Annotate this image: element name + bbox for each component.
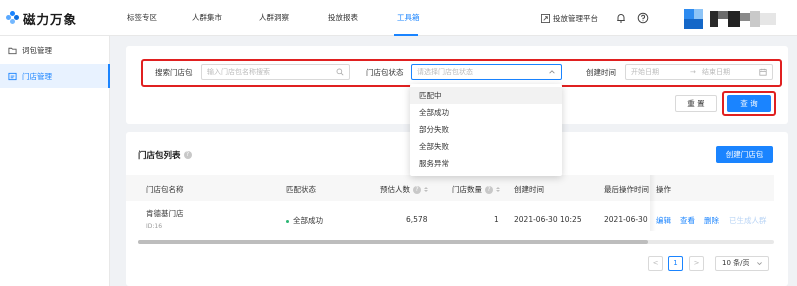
column-header-estimated-people[interactable]: 预估人数?: [380, 184, 428, 195]
nav-toolbox[interactable]: 工具箱: [397, 0, 420, 36]
next-page-button[interactable]: >: [689, 256, 704, 271]
bell-icon[interactable]: [615, 12, 627, 24]
create-store-package-button[interactable]: 创建门店包: [716, 146, 773, 163]
sidebar: 词包管理 门店管理: [0, 36, 110, 286]
status-option-all-success[interactable]: 全部成功: [410, 104, 562, 121]
view-link[interactable]: 查看: [680, 215, 695, 226]
status-option-all-fail[interactable]: 全部失败: [410, 138, 562, 155]
column-header-name: 门店包名称: [146, 185, 184, 194]
sidebar-item-store-management[interactable]: 门店管理: [0, 64, 110, 88]
status-option-service-error[interactable]: 服务异常: [410, 155, 562, 172]
edit-link[interactable]: 编辑: [656, 215, 671, 226]
last-operation-time-value: 2021-06-30: [604, 215, 648, 224]
chevron-up-icon: [549, 70, 555, 74]
delivery-platform-link[interactable]: 投放管理平台: [541, 12, 598, 24]
delete-link[interactable]: 删除: [704, 215, 719, 226]
created-time-value: 2021-06-30 10:25: [514, 215, 582, 224]
sidebar-item-word-package[interactable]: 词包管理: [0, 38, 110, 62]
logo[interactable]: 磁力万象: [6, 8, 114, 28]
nav-active-indicator: [394, 34, 418, 36]
fixed-column-shadow: [650, 175, 656, 231]
query-button-highlight: [722, 91, 776, 116]
created-time-label: 创建时间: [586, 68, 616, 77]
sidebar-item-label: 词包管理: [22, 45, 52, 55]
start-date-placeholder: 开始日期: [631, 68, 659, 76]
delivery-platform-label: 投放管理平台: [553, 13, 598, 23]
store-package-search-input[interactable]: 输入门店包名称搜索: [201, 64, 350, 80]
launch-icon: [541, 13, 550, 23]
nav-tag-zone[interactable]: 标签专区: [127, 0, 157, 36]
column-header-actions: 操作: [656, 185, 671, 194]
status-dropdown-menu: 匹配中 全部成功 部分失败 全部失败 服务异常: [410, 84, 562, 176]
table-header: [126, 175, 774, 201]
folder-icon: [8, 47, 17, 54]
match-status: 全部成功: [286, 215, 323, 226]
list-title: 门店包列表 ?: [138, 149, 192, 161]
store-package-status-select[interactable]: 请选择门店包状态: [411, 64, 562, 80]
logo-text: 磁力万象: [23, 11, 78, 27]
help-icon[interactable]: [637, 12, 649, 24]
list-title-text: 门店包列表: [138, 151, 181, 161]
sort-icon[interactable]: [424, 187, 428, 192]
store-package-search-label: 搜索门店包: [155, 68, 193, 77]
store-icon: [8, 72, 17, 80]
status-option-partial-fail[interactable]: 部分失败: [410, 121, 562, 138]
logo-icon: [6, 11, 20, 25]
column-header-created-time: 创建时间: [514, 185, 544, 194]
page-size-select[interactable]: 10 条/页: [715, 256, 769, 271]
estimated-people-value: 6,578: [406, 215, 428, 224]
created-time-range-picker[interactable]: 开始日期 → 结束日期: [625, 64, 773, 80]
page-size-value: 10 条/页: [722, 259, 750, 267]
chevron-down-icon: [757, 262, 762, 266]
nav-crowd-insight[interactable]: 人群洞察: [259, 0, 289, 36]
store-package-search-placeholder: 输入门店包名称搜索: [207, 68, 270, 76]
date-range-arrow: →: [690, 68, 696, 76]
sidebar-item-label: 门店管理: [22, 71, 52, 81]
store-count-value: 1: [494, 215, 499, 224]
info-icon[interactable]: ?: [183, 151, 192, 159]
store-package-status-label: 门店包状态: [366, 68, 404, 77]
avatar[interactable]: [684, 9, 784, 29]
nav-delivery-report[interactable]: 投放报表: [328, 0, 358, 36]
top-navigation-bar: 磁力万象 标签专区 人群集市 人群洞察 投放报表 工具箱 投放管理平台: [0, 0, 797, 36]
column-header-store-count[interactable]: 门店数量?: [452, 184, 500, 195]
store-package-status-placeholder: 请选择门店包状态: [417, 68, 473, 76]
calendar-icon: [759, 68, 767, 76]
prev-page-button[interactable]: <: [648, 256, 663, 271]
info-icon[interactable]: ?: [485, 185, 493, 194]
column-header-match-status: 匹配状态: [286, 185, 316, 194]
reset-button[interactable]: 重 置: [675, 95, 717, 112]
horizontal-scrollbar-thumb[interactable]: [138, 240, 648, 244]
column-header-last-operation-time: 最后操作时间: [604, 185, 649, 194]
status-option-matching[interactable]: 匹配中: [410, 87, 562, 104]
store-package-id: ID:16: [146, 223, 163, 230]
search-icon: [336, 68, 344, 76]
sort-icon[interactable]: [496, 187, 500, 192]
nav-crowd-market[interactable]: 人群集市: [192, 0, 222, 36]
info-icon[interactable]: ?: [413, 185, 421, 194]
generated-crowd-link: 已生成人群: [729, 216, 767, 225]
status-dot-icon: [286, 219, 289, 223]
store-package-name: 肯德基门店: [146, 209, 184, 218]
page-1-button[interactable]: 1: [668, 256, 683, 271]
end-date-placeholder: 结束日期: [702, 68, 730, 76]
